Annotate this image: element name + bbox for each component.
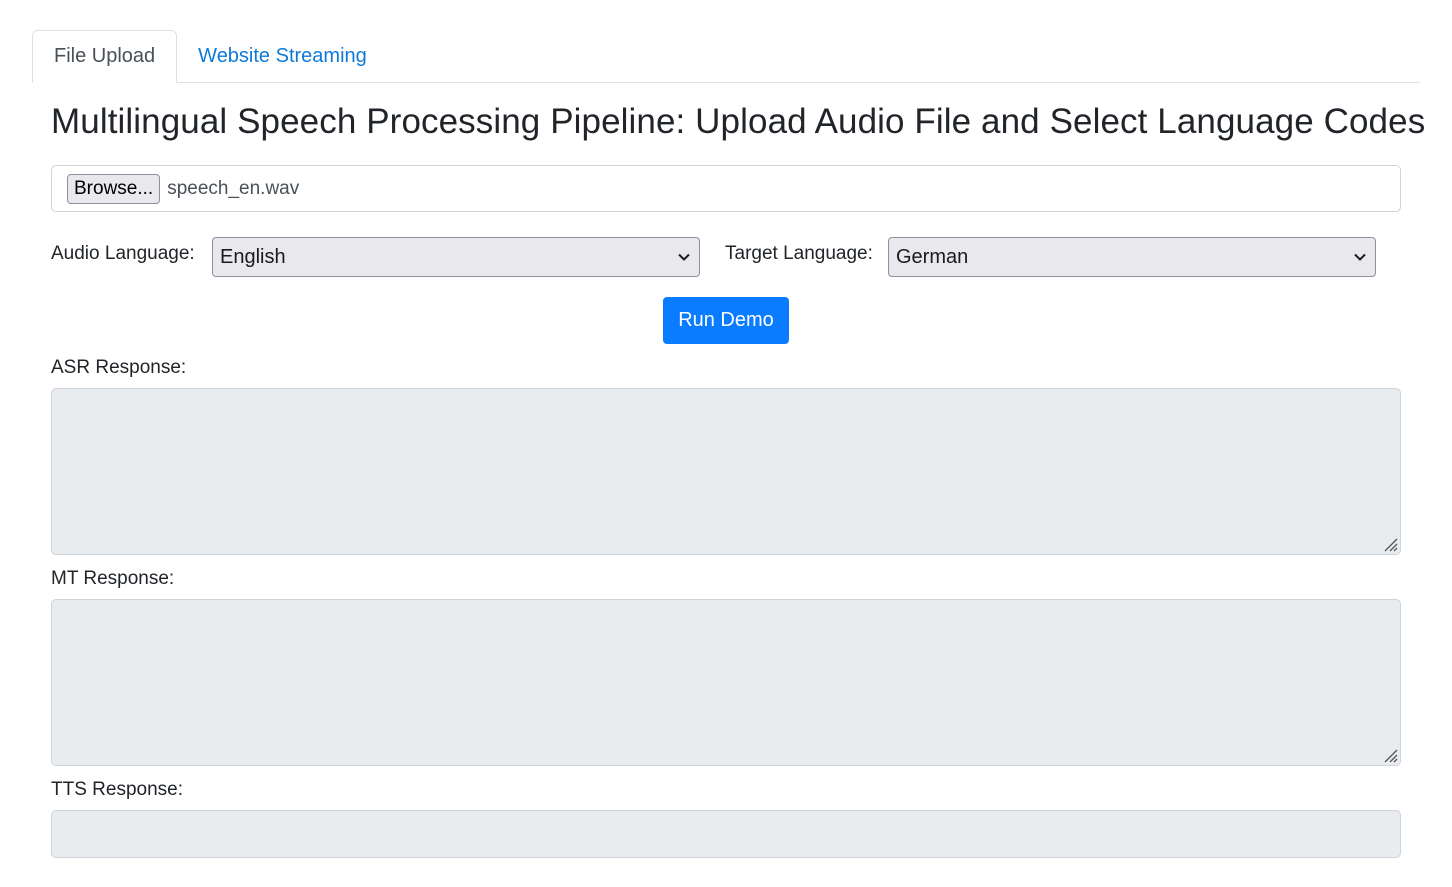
chevron-down-icon — [678, 253, 690, 261]
mt-response-textarea[interactable] — [51, 599, 1401, 766]
page-title: Multilingual Speech Processing Pipeline:… — [51, 102, 1426, 141]
mt-response-label: MT Response: — [51, 568, 175, 589]
target-language-select[interactable]: German — [888, 237, 1376, 277]
file-input[interactable]: Browse... speech_en.wav — [51, 165, 1401, 212]
selected-file-name: speech_en.wav — [167, 177, 300, 199]
resize-grip-icon[interactable] — [1382, 747, 1398, 763]
asr-response-textarea[interactable] — [51, 388, 1401, 555]
target-language-label: Target Language: — [725, 243, 873, 264]
tab-bar: File Upload Website Streaming — [32, 30, 1420, 83]
target-language-selected: German — [896, 245, 969, 268]
asr-response-label: ASR Response: — [51, 357, 187, 378]
tts-response-label: TTS Response: — [51, 779, 183, 800]
tab-website-streaming[interactable]: Website Streaming — [177, 30, 388, 82]
audio-language-select[interactable]: English — [212, 237, 700, 277]
page: File Upload Website Streaming Multilingu… — [0, 0, 1452, 887]
audio-language-label: Audio Language: — [51, 243, 195, 264]
run-demo-button[interactable]: Run Demo — [663, 297, 789, 344]
tab-file-upload[interactable]: File Upload — [32, 30, 178, 83]
browse-button[interactable]: Browse... — [67, 173, 161, 204]
resize-grip-icon[interactable] — [1382, 536, 1398, 552]
tts-response-field[interactable] — [51, 810, 1401, 858]
chevron-down-icon — [1354, 253, 1366, 261]
audio-language-selected: English — [220, 245, 286, 268]
